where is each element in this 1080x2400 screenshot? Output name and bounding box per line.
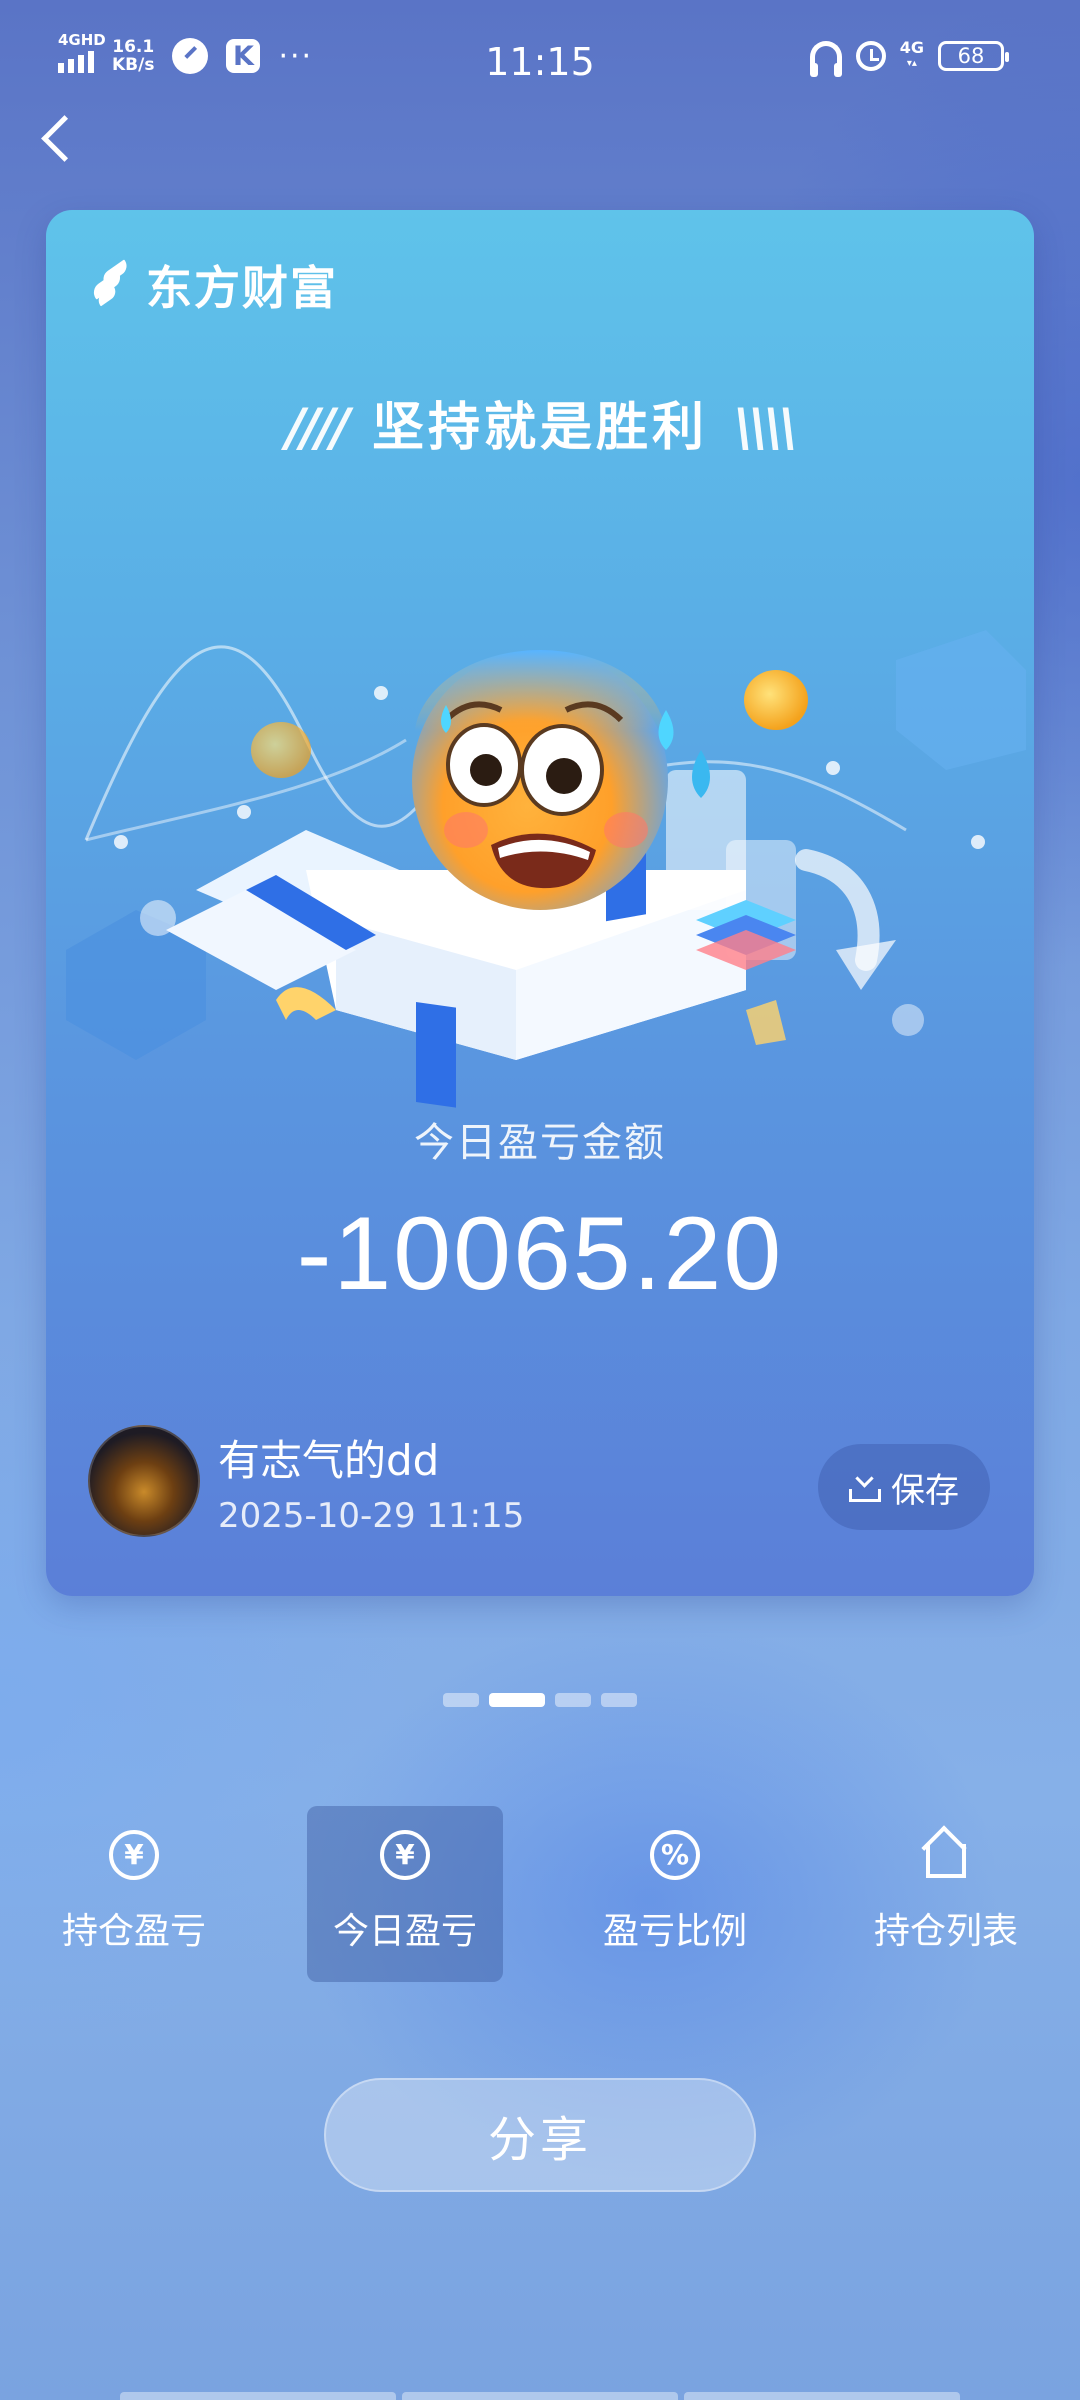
nav-hint-segment [120, 2392, 396, 2400]
percent-circle-icon: % [650, 1830, 700, 1880]
yen-circle-icon: ¥ [380, 1830, 430, 1880]
battery-level: 68 [957, 44, 985, 68]
save-button[interactable]: 保存 [818, 1444, 990, 1530]
brand: 东方财富 [86, 252, 338, 318]
bottom-nav-hint [120, 2392, 960, 2400]
back-button[interactable] [36, 108, 96, 168]
share-button[interactable]: 分享 [324, 2078, 756, 2192]
page-dot-active[interactable] [489, 1693, 545, 1707]
tab-label: 盈亏比例 [602, 1911, 747, 1952]
worried-emoji-gift-illustration [66, 630, 1026, 1108]
user-name: 有志气的dd [218, 1435, 440, 1485]
slogan-text: 坚持就是胜利 [371, 398, 708, 458]
alarm-icon [855, 41, 886, 71]
page-indicator [0, 1693, 1080, 1707]
lte-icon: 4G ▾▴ [899, 38, 924, 70]
brand-name: 东方财富 [146, 261, 338, 315]
tab-label: 持仓盈亏 [61, 1911, 206, 1952]
amount-label: 今日盈亏金额 [414, 1120, 666, 1166]
save-label: 保存 [891, 1470, 959, 1511]
slogan-right-decor: \\\\ [734, 398, 798, 458]
avatar [88, 1425, 200, 1537]
slogan-left-decor: //// [286, 398, 350, 458]
timestamp: 2025-10-29 11:15 [218, 1495, 525, 1536]
user-info: 有志气的dd 2025-10-29 11:15 [88, 1425, 524, 1537]
page-dot[interactable] [601, 1693, 637, 1707]
tab-position-pnl[interactable]: ¥ 持仓盈亏 [36, 1806, 232, 1982]
headphone-icon [809, 41, 842, 77]
status-right: 4G ▾▴ 68 [809, 38, 1009, 77]
nav-hint-segment [684, 2392, 960, 2400]
pnl-amount: -10065.20 [296, 1196, 784, 1312]
template-tabs: ¥ 持仓盈亏 ¥ 今日盈亏 % 盈亏比例 持仓列表 [0, 1806, 1080, 1982]
battery-icon: 68 [938, 41, 1009, 71]
share-card: 东方财富 //// 坚持就是胜利 \\\\ 今日盈亏金额 -10065.20 有志… [46, 210, 1034, 1596]
tab-label: 持仓列表 [873, 1911, 1018, 1952]
slogan: //// 坚持就是胜利 \\\\ [46, 385, 1034, 460]
lte-label: 4G [899, 38, 924, 57]
status-bar: 4GHD 16.1 KB/s K ··· 11:15 4G ▾▴ 68 [0, 0, 1080, 120]
yen-circle-icon: ¥ [109, 1830, 159, 1880]
nav-hint-segment [402, 2392, 678, 2400]
tab-pnl-ratio[interactable]: % 盈亏比例 [577, 1806, 773, 1982]
tab-position-list[interactable]: 持仓列表 [848, 1806, 1044, 1982]
download-icon [849, 1472, 881, 1502]
page-dot[interactable] [555, 1693, 591, 1707]
brand-logo-icon [86, 259, 134, 309]
user-text: 有志气的dd 2025-10-29 11:15 [218, 1427, 524, 1536]
tab-label: 今日盈亏 [332, 1911, 477, 1952]
page-dot[interactable] [443, 1693, 479, 1707]
tab-today-pnl[interactable]: ¥ 今日盈亏 [307, 1806, 503, 1982]
house-list-icon [921, 1830, 971, 1880]
